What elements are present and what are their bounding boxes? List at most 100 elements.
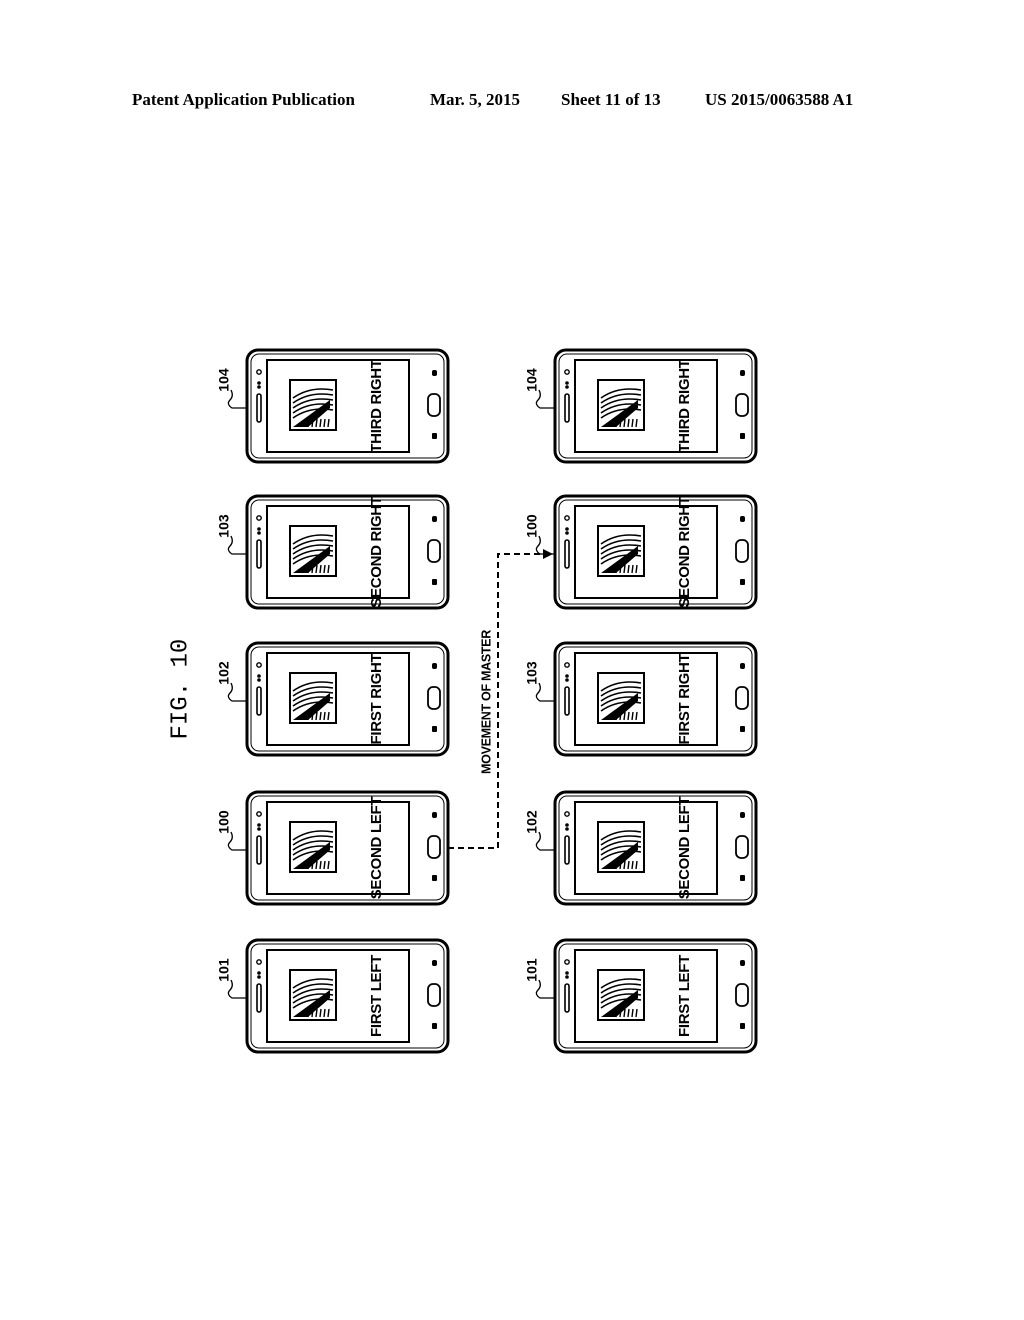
sensor-dot	[257, 527, 261, 531]
logo-stripe	[307, 1008, 310, 1018]
logo-stripe	[627, 711, 630, 721]
home-button-icon	[735, 686, 749, 710]
leader-line	[535, 682, 555, 702]
logo-stripe	[315, 418, 318, 428]
speaker-slot-icon	[256, 686, 262, 716]
logo-stripe	[627, 418, 630, 428]
phone-device: FIRST LEFT 101	[216, 938, 450, 1054]
logo-stripe	[323, 1008, 326, 1018]
reference-numeral: 104	[216, 368, 232, 392]
logo-icon	[597, 379, 645, 431]
logo-stripe	[631, 860, 634, 870]
logo-stripe	[327, 860, 330, 870]
sensor-dot	[565, 527, 569, 531]
logo-stripe	[323, 564, 326, 574]
reference-numeral: 100	[216, 810, 232, 834]
screen-label: SECOND LEFT	[368, 797, 385, 900]
logo-stripe	[319, 564, 322, 574]
reference-numeral: 103	[216, 514, 232, 538]
menu-button-icon	[432, 663, 437, 669]
logo-stripe	[315, 711, 318, 721]
screen-label: SECOND RIGHT	[676, 496, 693, 608]
phone-screen	[574, 949, 718, 1043]
phone-device: THIRD RIGHT 104	[524, 348, 758, 464]
logo-stripe	[619, 860, 622, 870]
logo-stripe	[631, 1008, 634, 1018]
sensor-dot	[257, 971, 261, 975]
logo-stripe	[327, 711, 330, 721]
sensor-dot	[565, 674, 569, 678]
home-button-icon	[427, 393, 441, 417]
home-button-icon	[735, 983, 749, 1007]
menu-button-icon	[740, 812, 745, 818]
logo-icon	[597, 821, 645, 873]
logo-stripe	[315, 1008, 318, 1018]
screen-label: FIRST RIGHT	[368, 653, 385, 744]
sensor-dot	[565, 385, 569, 389]
leader-line	[227, 979, 247, 999]
sensor-dot	[257, 385, 261, 389]
screen-label: FIRST LEFT	[676, 955, 693, 1037]
logo-stripe	[623, 1008, 626, 1018]
sensor-dot	[565, 678, 569, 682]
phone-screen	[574, 652, 718, 746]
logo-stripe	[623, 860, 626, 870]
logo-stripe	[323, 860, 326, 870]
sensor-dot	[257, 674, 261, 678]
logo-stripe	[623, 418, 626, 428]
speaker-slot-icon	[564, 686, 570, 716]
screen-label: FIRST LEFT	[368, 955, 385, 1037]
sensor-dot	[565, 971, 569, 975]
figure-diagram: THIRD RIGHT104 SECOND RIGHT 103 FIRST RIGHT…	[216, 348, 758, 1054]
leader-line	[227, 682, 247, 702]
phone-screen	[574, 801, 718, 895]
logo-stripe	[327, 418, 330, 428]
logo-stripe	[619, 711, 622, 721]
logo-stripe	[631, 711, 634, 721]
leader-line	[535, 979, 555, 999]
logo-stripe	[615, 711, 618, 721]
leader-line	[227, 389, 247, 409]
logo-stripe	[615, 564, 618, 574]
phone-device: SECOND RIGHT 100	[524, 494, 758, 610]
reference-numeral: 101	[524, 958, 540, 982]
logo-stripe	[311, 564, 314, 574]
speaker-slot-icon	[256, 393, 262, 423]
home-button-icon	[427, 686, 441, 710]
back-button-icon	[740, 726, 745, 732]
sensor-dot	[257, 823, 261, 827]
back-button-icon	[740, 875, 745, 881]
back-button-icon	[432, 726, 437, 732]
logo-stripe	[311, 1008, 314, 1018]
reference-numeral: 102	[524, 810, 540, 834]
home-button-icon	[427, 835, 441, 859]
speaker-slot-icon	[564, 835, 570, 865]
logo-icon	[289, 525, 337, 577]
sensor-dot	[565, 823, 569, 827]
phone-device: FIRST RIGHT 103	[524, 641, 758, 757]
logo-icon	[289, 672, 337, 724]
logo-stripe	[631, 564, 634, 574]
logo-stripe	[635, 1008, 638, 1018]
phone-device: SECOND LEFT 100	[216, 790, 450, 906]
back-button-icon	[432, 433, 437, 439]
speaker-slot-icon	[564, 393, 570, 423]
menu-button-icon	[432, 812, 437, 818]
logo-stripe	[323, 711, 326, 721]
menu-button-icon	[740, 516, 745, 522]
logo-icon	[597, 525, 645, 577]
screen-label: SECOND LEFT	[676, 797, 693, 900]
reference-numeral: 100	[524, 514, 540, 538]
logo-stripe	[635, 711, 638, 721]
leader-line	[535, 389, 555, 409]
speaker-slot-icon	[564, 539, 570, 569]
logo-stripe	[307, 564, 310, 574]
home-button-icon	[427, 539, 441, 563]
sensor-dot	[565, 381, 569, 385]
logo-stripe	[623, 564, 626, 574]
menu-button-icon	[432, 516, 437, 522]
logo-icon	[289, 969, 337, 1021]
logo-icon	[289, 379, 337, 431]
sensor-dot	[257, 531, 261, 535]
logo-stripe	[311, 418, 314, 428]
